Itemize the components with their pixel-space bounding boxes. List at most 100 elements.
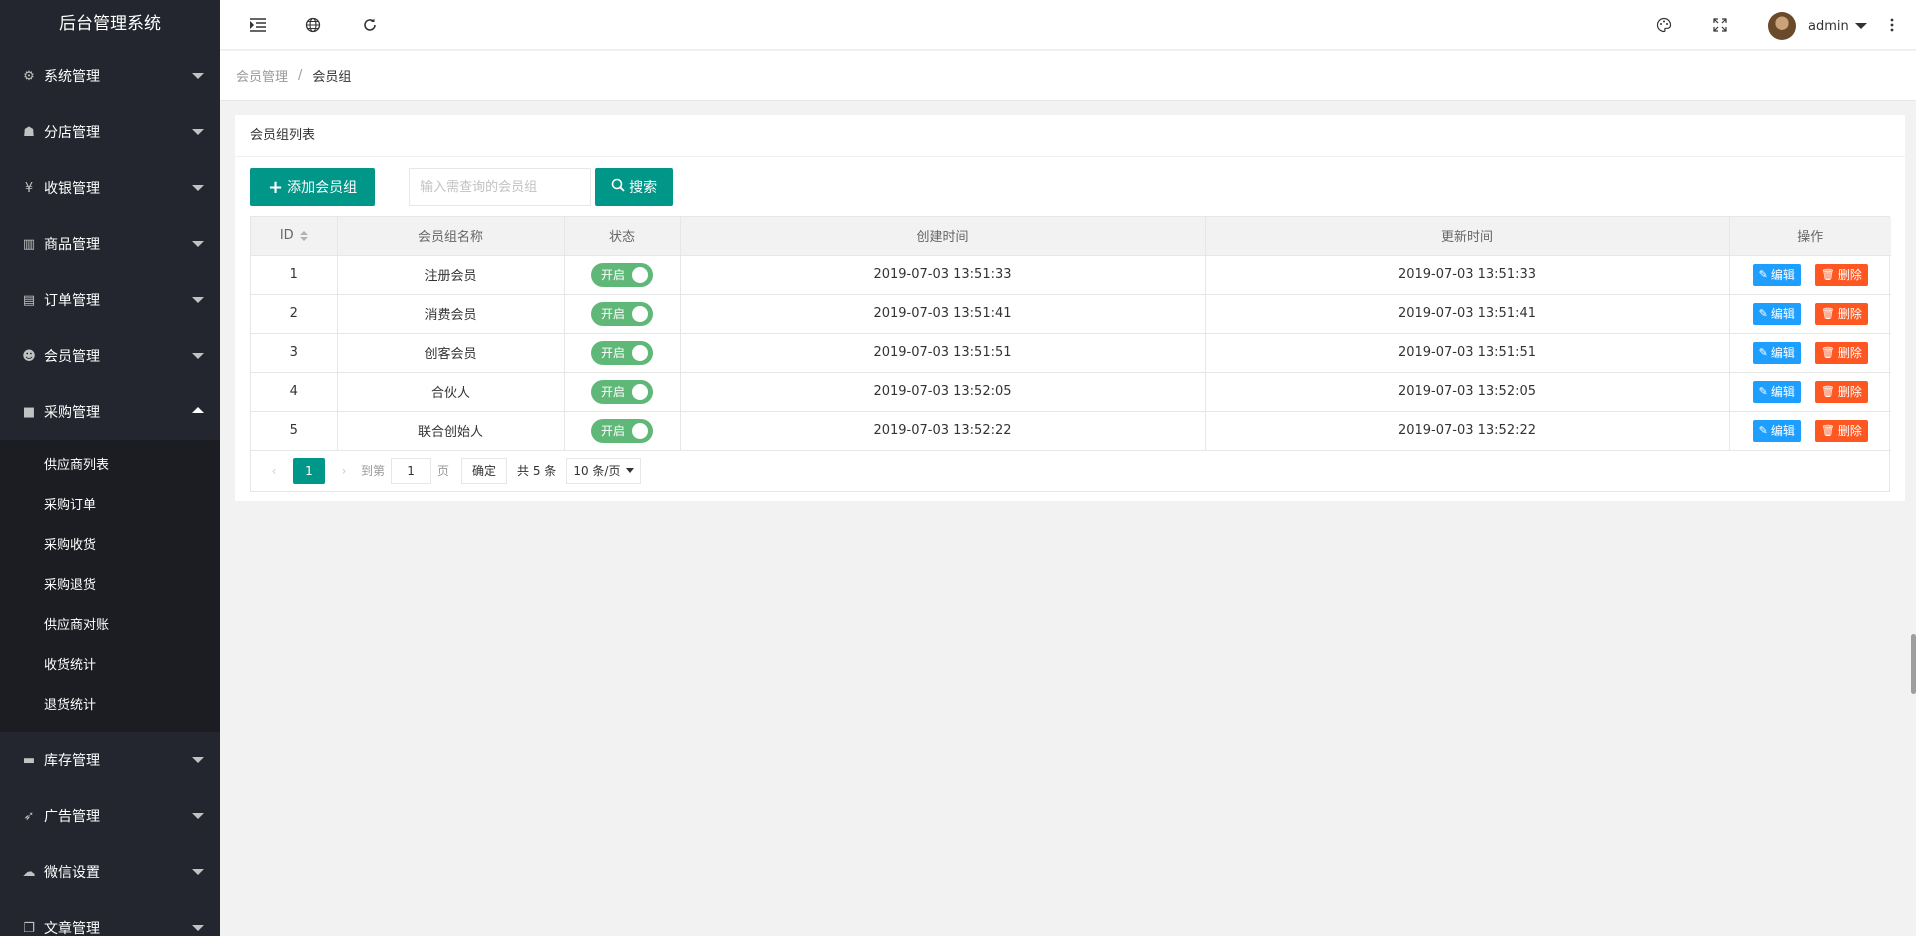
cell-status: 开启: [564, 372, 681, 412]
sidebar-item-label: 收银管理: [44, 181, 100, 197]
submenu-item-purchase-receipt[interactable]: 采购收货: [0, 526, 220, 566]
sort-icon[interactable]: [299, 230, 308, 241]
delete-label: 删除: [1837, 385, 1862, 399]
cell-created: 2019-07-03 13:51:41: [680, 294, 1206, 334]
folder-icon: ▬: [22, 752, 36, 768]
status-toggle[interactable]: 开启: [591, 379, 653, 404]
delete-button[interactable]: 🗑 删除: [1814, 380, 1868, 403]
breadcrumb-parent[interactable]: 会员管理: [236, 66, 288, 85]
delete-label: 删除: [1837, 346, 1862, 360]
chevron-down-icon: [626, 468, 635, 473]
sidebar-item-wechat[interactable]: ☁ 微信设置: [0, 844, 220, 900]
sidebar-item-label: 会员管理: [44, 349, 100, 365]
status-toggle[interactable]: 开启: [591, 262, 653, 287]
edit-button[interactable]: ✎ 编辑: [1752, 380, 1801, 403]
cell-created: 2019-07-03 13:51:51: [680, 333, 1206, 373]
page-number-current[interactable]: 1: [293, 457, 325, 484]
cell-status: 开启: [564, 255, 681, 295]
delete-button[interactable]: 🗑 删除: [1814, 341, 1868, 364]
edit-button[interactable]: ✎ 编辑: [1752, 263, 1801, 286]
sidebar-item-orders[interactable]: ▤ 订单管理: [0, 272, 220, 328]
briefcase-icon: ■: [22, 404, 36, 420]
more-vertical-icon[interactable]: [1880, 13, 1904, 37]
next-page-icon[interactable]: ›: [333, 464, 355, 478]
yen-icon: ¥: [24, 180, 34, 196]
status-toggle[interactable]: 开启: [591, 340, 653, 365]
delete-button[interactable]: 🗑 删除: [1814, 419, 1868, 442]
globe-icon[interactable]: [301, 13, 325, 37]
cell-id: 3: [251, 333, 338, 373]
fullscreen-icon[interactable]: [1708, 13, 1732, 37]
cell-id: 4: [251, 372, 338, 412]
sidebar-item-inventory[interactable]: ▬ 库存管理: [0, 732, 220, 788]
goto-page-input[interactable]: [391, 457, 432, 484]
edit-button[interactable]: ✎ 编辑: [1752, 419, 1801, 442]
wechat-icon: ☁: [22, 864, 36, 880]
scrollbar[interactable]: [1911, 634, 1916, 694]
submenu-item-supplier-reconcile[interactable]: 供应商对账: [0, 606, 220, 646]
chevron-down-icon: [192, 757, 204, 763]
menu-fold-icon[interactable]: [246, 13, 270, 37]
refresh-icon[interactable]: [358, 13, 382, 37]
submenu-item-purchase-return[interactable]: 采购退货: [0, 566, 220, 606]
sidebar-item-members[interactable]: ☻ 会员管理: [0, 328, 220, 384]
column-header-id[interactable]: ID: [251, 217, 338, 256]
user-menu[interactable]: admin: [1768, 12, 1867, 40]
sidebar-item-cashier[interactable]: ¥ 收银管理: [0, 160, 220, 216]
cell-name: 合伙人: [337, 372, 565, 412]
theme-icon[interactable]: [1652, 13, 1676, 37]
sidebar-item-label: 分店管理: [44, 125, 100, 141]
sidebar-item-branch[interactable]: ☗ 分店管理: [0, 104, 220, 160]
avatar: [1768, 12, 1796, 40]
cell-actions: ✎ 编辑 🗑 删除: [1729, 333, 1891, 373]
status-toggle[interactable]: 开启: [591, 301, 653, 326]
page-size-select[interactable]: 10 条/页: [566, 457, 642, 484]
search-button[interactable]: 搜索: [595, 168, 674, 206]
delete-label: 删除: [1837, 424, 1862, 438]
cell-updated: 2019-07-03 13:52:05: [1205, 372, 1730, 412]
shop-icon: ☗: [23, 124, 35, 140]
app-title: 后台管理系统: [59, 14, 161, 34]
status-toggle[interactable]: 开启: [591, 418, 653, 443]
cell-status: 开启: [564, 333, 681, 373]
submenu-item-supplier-list[interactable]: 供应商列表: [0, 446, 220, 486]
sidebar-item-label: 采购管理: [44, 405, 100, 421]
member-group-card: 会员组列表 + 添加会员组 搜索 ID 会员组名称 状态 创建时间: [235, 115, 1905, 501]
chevron-down-icon: [192, 813, 204, 819]
chevron-down-icon: [192, 129, 204, 135]
prev-page-icon[interactable]: ‹: [263, 464, 285, 478]
chevron-down-icon: [192, 925, 204, 931]
delete-button[interactable]: 🗑 删除: [1814, 263, 1868, 286]
sidebar-item-purchase[interactable]: ■ 采购管理: [0, 384, 220, 440]
cell-created: 2019-07-03 13:52:22: [680, 411, 1206, 451]
delete-button[interactable]: 🗑 删除: [1814, 302, 1868, 325]
submenu-item-return-stats[interactable]: 退货统计: [0, 686, 220, 726]
edit-label: 编辑: [1770, 307, 1795, 321]
add-member-group-button[interactable]: + 添加会员组: [250, 168, 376, 206]
trash-icon: 🗑: [1820, 268, 1835, 281]
breadcrumb: 会员管理 / 会员组: [220, 51, 1916, 101]
delete-label: 删除: [1837, 307, 1862, 321]
sidebar-item-system[interactable]: ⚙ 系统管理: [0, 48, 220, 104]
submenu-item-receipt-stats[interactable]: 收货统计: [0, 646, 220, 686]
edit-button[interactable]: ✎ 编辑: [1752, 341, 1801, 364]
toggle-label: 开启: [601, 424, 626, 438]
total-count: 共 5 条: [517, 464, 557, 478]
chevron-down-icon: [1854, 23, 1867, 29]
sidebar-item-articles[interactable]: ❐ 文章管理: [0, 900, 220, 936]
sidebar: 后台管理系统 ⚙ 系统管理 ☗ 分店管理 ¥ 收银管理 ▥ 商品管理 ▤ 订单管…: [0, 0, 220, 936]
edit-button[interactable]: ✎ 编辑: [1752, 302, 1801, 325]
rocket-icon: ➶: [23, 808, 35, 824]
card-title: 会员组列表: [235, 115, 1905, 157]
page-size-value: 10 条/页: [573, 464, 621, 478]
submenu-item-purchase-orders[interactable]: 采购订单: [0, 486, 220, 526]
cell-updated: 2019-07-03 13:51:33: [1205, 255, 1730, 295]
sidebar-item-ads[interactable]: ➶ 广告管理: [0, 788, 220, 844]
edit-label: 编辑: [1770, 268, 1795, 282]
cell-id: 1: [251, 255, 338, 295]
goto-confirm-button[interactable]: 确定: [461, 457, 508, 484]
sidebar-item-goods[interactable]: ▥ 商品管理: [0, 216, 220, 272]
edit-label: 编辑: [1770, 424, 1795, 438]
top-header: admin: [220, 0, 1916, 50]
search-input[interactable]: [409, 168, 592, 206]
